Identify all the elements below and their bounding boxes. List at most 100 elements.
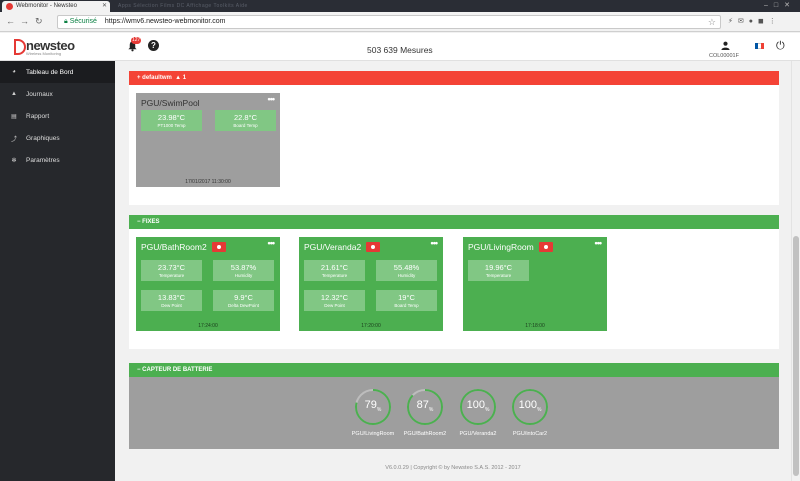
sensor-card-swimpool[interactable]: PGU/SwimPool ••• 23.98°C PT1000 Temp 22.… (136, 93, 280, 187)
notification-badge: 127 (131, 37, 142, 44)
browser-tab[interactable]: Webmonitor - Newsteo ✕ (2, 1, 110, 12)
group-panel-battery: − CAPTEUR DE BATTERIE 79% PGU/LivingRoom 8… (129, 363, 779, 449)
sensor-tile[interactable]: 19.96°C Temperature (468, 260, 529, 281)
sensor-value: 13.83°C (157, 293, 186, 302)
sensor-tile[interactable]: 19°C Board Temp (376, 290, 437, 311)
extension-icons[interactable]: ⚡✉●◼⋮ (728, 17, 781, 25)
sensor-label: Dew Point (161, 303, 182, 308)
bookmark-star-icon[interactable]: ☆ (708, 17, 716, 28)
bookmarks-bar[interactable]: Apps Sélection Films DC Affichage Toolki… (118, 3, 248, 9)
sidebar-item-dashboard[interactable]: ◕ Tableau de Bord (0, 61, 115, 83)
sensor-label: Board Temp (233, 123, 258, 128)
more-options-icon[interactable]: ••• (268, 238, 276, 248)
group-header-defaultwm[interactable]: + defaultwm ▲ 1 (129, 71, 779, 85)
group-panel-fixes: − FIXES PGU/BathRoom2 ••• 23.73°C Temper… (129, 215, 779, 349)
sensor-card-veranda2[interactable]: PGU/Veranda2 ••• 21.61°C Temperature 55.… (299, 237, 443, 331)
newsteo-logo[interactable]: newsteo Wireless Monitoring (14, 38, 84, 56)
card-timestamp: 17/01/2017 11:30:00 (185, 179, 231, 185)
app-header: newsteo Wireless Monitoring 127 ? 503 63… (0, 33, 800, 61)
sensor-tile[interactable]: 22.8°C Board Temp (215, 110, 276, 131)
card-title: PGU/LivingRoom (468, 242, 534, 252)
gauge-number: 100 (518, 399, 537, 411)
sensor-value: 9.9°C (234, 293, 253, 302)
sidebar-item-label: Paramètres (26, 156, 60, 164)
scrollbar-thumb[interactable] (793, 236, 799, 476)
logout-power-icon[interactable]: ⏻ (776, 40, 785, 53)
gauge-value: 100% (458, 399, 498, 413)
url-text: https://wmv6.newsteo-webmonitor.com (104, 18, 226, 25)
sensor-tile[interactable]: 12.32°C Dew Point (304, 290, 365, 311)
alarm-button[interactable] (539, 242, 553, 252)
card-title: PGU/BathRoom2 (141, 242, 207, 252)
lock-icon: 🔒︎ (64, 18, 68, 25)
language-flag-icon[interactable] (755, 43, 764, 49)
window-controls[interactable]: –□✕ (764, 1, 796, 9)
gauge-unit: % (428, 407, 434, 414)
more-options-icon[interactable]: ••• (268, 94, 276, 104)
logo-tagline: Wireless Monitoring (26, 51, 62, 56)
dashboard-icon: ◕ (12, 69, 16, 75)
gauge-value: 79% (353, 399, 393, 413)
chart-icon: ⤴ (10, 136, 17, 143)
gauge-number: 87 (416, 399, 429, 411)
gauge-value: 100% (510, 399, 550, 413)
close-tab-icon[interactable]: ✕ (102, 2, 107, 9)
battery-gauge: 87% (405, 387, 445, 427)
gauge-unit: % (536, 407, 542, 414)
gear-icon: ✻ (11, 157, 17, 164)
warning-icon: ▲ (173, 75, 182, 81)
sensor-label: Dew Point (324, 303, 345, 308)
sensor-tile[interactable]: 21.61°C Temperature (304, 260, 365, 281)
sidebar: ◕ Tableau de Bord ▲ Journaux ▤ Rapport ⤴… (0, 61, 115, 481)
sensor-value: 21.61°C (320, 263, 349, 272)
sidebar-item-logs[interactable]: ▲ Journaux (0, 83, 115, 105)
sensor-tile[interactable]: 53.87% Humidity (213, 260, 274, 281)
sensor-tile[interactable]: 23.98°C PT1000 Temp (141, 110, 202, 131)
sensor-tile[interactable]: 23.73°C Temperature (141, 260, 202, 281)
sensor-tile[interactable]: 55.48% Humidity (376, 260, 437, 281)
sidebar-item-label: Graphiques (26, 134, 60, 142)
bell-icon: ▲ (11, 91, 17, 97)
favicon-icon (6, 3, 13, 10)
sensor-label: Temperature (321, 273, 348, 278)
sensor-tile[interactable]: 13.83°C Dew Point (141, 290, 202, 311)
sidebar-item-label: Journaux (26, 90, 53, 98)
sensor-value: 19°C (398, 293, 415, 302)
sensor-card-bathroom2[interactable]: PGU/BathRoom2 ••• 23.73°C Temperature 53… (136, 237, 280, 331)
user-icon[interactable] (721, 41, 730, 50)
sensor-tile[interactable]: 9.9°C Delta DewPoint (213, 290, 274, 311)
help-icon[interactable]: ? (148, 40, 159, 51)
sidebar-item-settings[interactable]: ✻ Paramètres (0, 149, 115, 171)
url-field[interactable]: 🔒︎ Sécurisé https://wmv6.newsteo-webmoni… (57, 15, 721, 29)
sensor-label: PT1000 Temp (157, 123, 186, 128)
footer-copyright: V6.0.0.29 | Copyright © by Newsteo S.A.S… (385, 465, 521, 471)
more-options-icon[interactable]: ••• (595, 238, 603, 248)
alarm-button[interactable] (366, 242, 380, 252)
sidebar-item-charts[interactable]: ⤴ Graphiques (0, 127, 115, 149)
sensor-label: Humidity (234, 273, 253, 278)
group-title: − FIXES (137, 219, 160, 225)
group-title: + defaultwm (137, 75, 172, 81)
card-timestamp: 17:20:00 (361, 323, 381, 329)
forward-icon[interactable]: → (20, 16, 29, 26)
group-header-battery[interactable]: − CAPTEUR DE BATTERIE (129, 363, 779, 377)
group-header-fixes[interactable]: − FIXES (129, 215, 779, 229)
sidebar-item-label: Rapport (26, 112, 50, 120)
sensor-value: 23.73°C (157, 263, 186, 272)
sensor-card-livingroom[interactable]: PGU/LivingRoom ••• 19.96°C Temperature 1… (463, 237, 607, 331)
sensor-value: 55.48% (393, 263, 420, 272)
alarm-button[interactable] (212, 242, 226, 252)
gauge-number: 100 (466, 399, 485, 411)
address-bar: ← → ↻ 🔒︎ Sécurisé https://wmv6.newsteo-w… (0, 12, 800, 32)
sensor-value: 22.8°C (233, 113, 257, 122)
card-timestamp: 17:18:00 (525, 323, 545, 329)
sensor-value: 23.98°C (157, 113, 186, 122)
more-options-icon[interactable]: ••• (431, 238, 439, 248)
sensor-label: Temperature (485, 273, 512, 278)
sidebar-item-report[interactable]: ▤ Rapport (0, 105, 115, 127)
back-icon[interactable]: ← (6, 16, 15, 26)
gauge-unit: % (376, 407, 382, 414)
gauge-unit: % (484, 407, 490, 414)
alarm-count: 1 (182, 75, 187, 81)
reload-icon[interactable]: ↻ (35, 16, 43, 27)
